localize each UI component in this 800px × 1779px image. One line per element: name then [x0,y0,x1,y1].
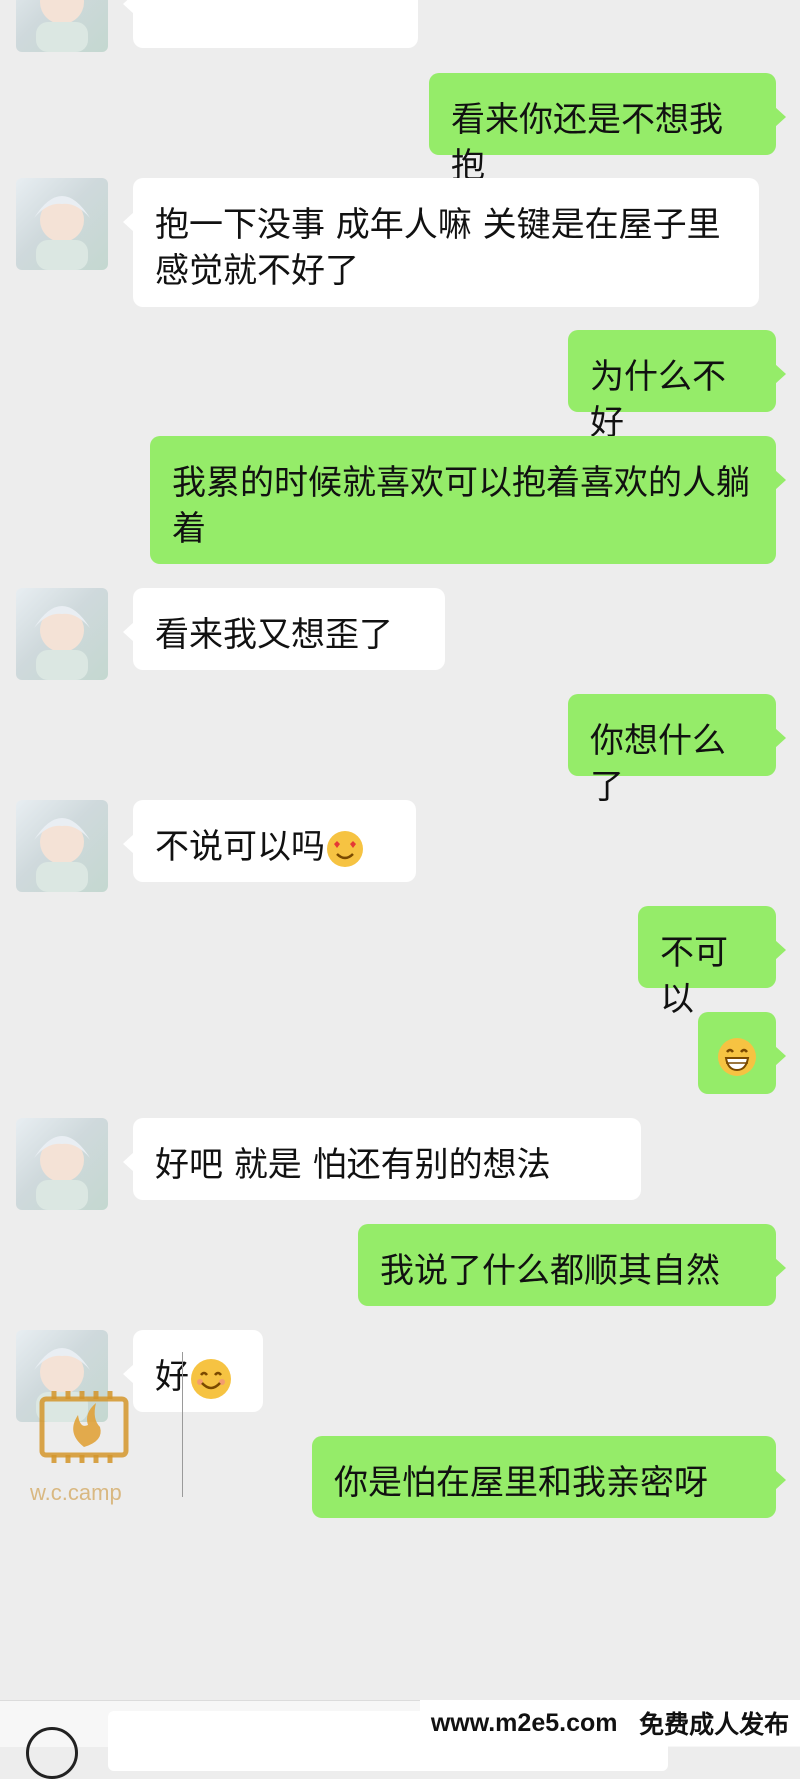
incoming-message-bubble[interactable]: 抱一下没事 成年人嘛 关键是在屋子里 感觉就不好了 [123,178,759,307]
message-row: 好吧 就是 怕还有别的想法 [0,1118,800,1210]
contact-avatar[interactable] [16,588,108,680]
message-text: 你是怕在屋里和我亲密呀 [334,1463,708,1503]
outgoing-message-bubble[interactable] [698,1012,786,1094]
message-row: 看来我又想歪了 [0,588,800,680]
message-row: 你想什么了 [0,694,800,807]
outgoing-message-bubble[interactable]: 不可以 [638,906,786,1019]
contact-avatar[interactable] [16,178,108,270]
watermark-logo-icon [38,1385,130,1465]
footer-site-text: www.m2e5.com [430,1708,618,1737]
message-text: 好吧 就是 怕还有别的想法 [155,1145,551,1185]
footer-slogan-text: 免费成人发布 [639,1711,790,1739]
message-text: 看来你还是不想我抱 [451,100,723,186]
footer-banner: www.m2e5.com 免费成人发布 [420,1700,800,1746]
message-text: 不可以 [660,933,728,1019]
message-row: 为什么不好 [0,330,800,443]
message-text: 为什么不好 [590,357,726,443]
message-row: 不可以 [0,906,800,1019]
outgoing-message-bubble[interactable]: 我说了什么都顺其自然 [358,1224,786,1306]
message-row: 我累的时候就喜欢可以抱着喜欢的人躺着 [0,436,800,564]
message-text: 不说可以吗 [155,827,325,867]
outgoing-message-bubble[interactable]: 为什么不好 [568,330,786,443]
message-text: 你想什么了 [590,721,726,807]
message-text: 我累的时候就喜欢可以抱着喜欢的人躺着 [172,463,750,549]
message-text: 我说了什么都顺其自然 [380,1251,720,1291]
outgoing-message-bubble[interactable]: 我累的时候就喜欢可以抱着喜欢的人躺着 [150,436,786,564]
message-row: 抱一下没事 成年人嘛 关键是在屋子里 感觉就不好了 [0,178,800,307]
heart-eyes-emoji-icon [327,830,363,867]
message-row: 不说可以吗 [0,800,800,892]
incoming-message-bubble[interactable]: 看来我又想歪了 [123,588,445,670]
contact-avatar[interactable] [16,800,108,892]
incoming-message-bubble[interactable]: 好吧 就是 怕还有别的想法 [123,1118,641,1200]
outgoing-message-bubble[interactable]: 你是怕在屋里和我亲密呀 [312,1436,786,1518]
message-row: 看来你还是不想我抱 [0,73,800,186]
incoming-message-bubble[interactable] [123,0,418,48]
incoming-message-bubble[interactable]: 好 [123,1330,263,1412]
voice-input-icon[interactable] [26,1727,78,1779]
message-row [0,0,800,52]
message-row [0,1012,800,1094]
contact-avatar[interactable] [16,1118,108,1210]
text-cursor-line [182,1352,183,1497]
message-text: 好 [155,1357,189,1397]
incoming-message-bubble[interactable]: 不说可以吗 [123,800,416,882]
outgoing-message-bubble[interactable]: 看来你还是不想我抱 [429,73,786,186]
message-text: 看来我又想歪了 [155,615,393,655]
watermark-text: w.c.camp [30,1480,122,1505]
contact-avatar[interactable] [16,0,108,52]
grin-emoji-icon [718,1037,756,1076]
smile-emoji-icon [191,1358,231,1399]
outgoing-message-bubble[interactable]: 你想什么了 [568,694,786,807]
message-text: 抱一下没事 成年人嘛 关键是在屋子里 感觉就不好了 [155,205,721,291]
message-row: 我说了什么都顺其自然 [0,1224,800,1306]
